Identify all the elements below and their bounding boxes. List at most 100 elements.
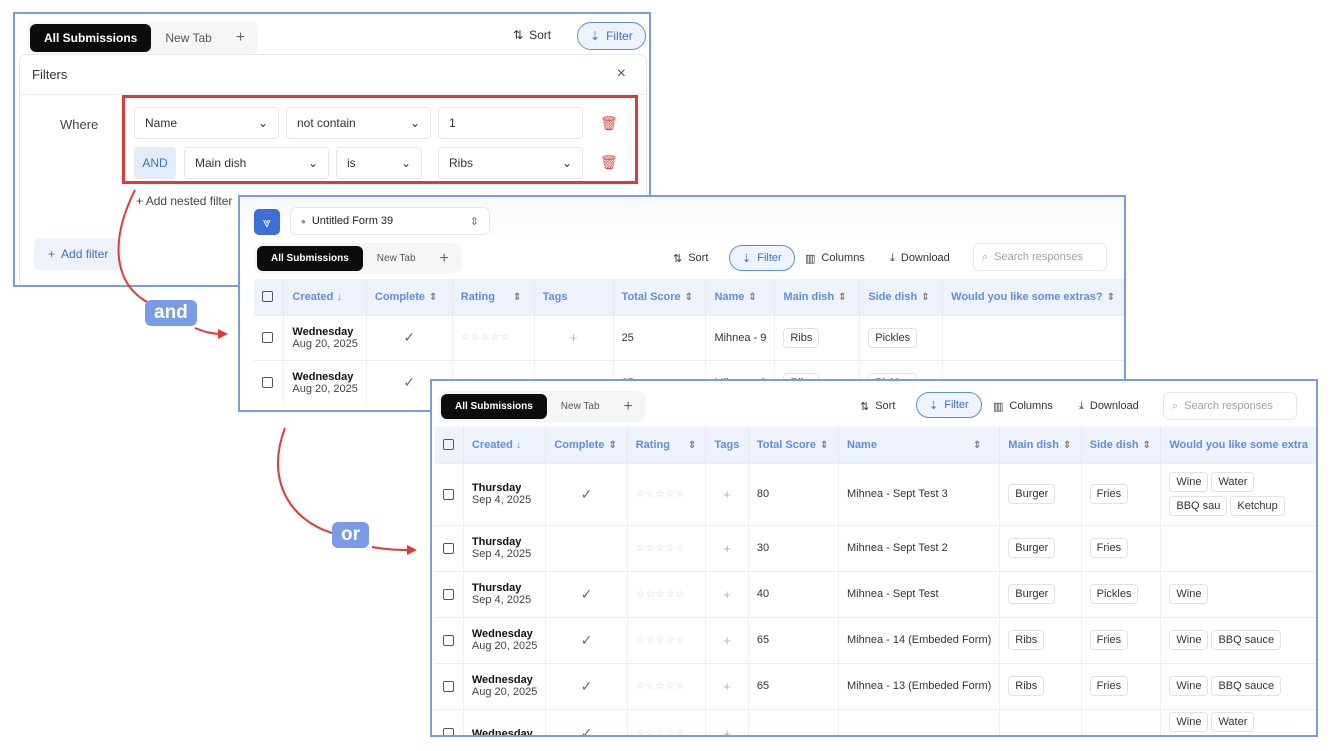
form-selector[interactable]: ● Untitled Form 39 ⇕	[290, 207, 490, 235]
col-total-score[interactable]: Total Score ⇕	[748, 427, 840, 463]
extra-chip: Wine	[1169, 711, 1209, 732]
rating-stars[interactable]: ☆☆☆☆☆	[627, 616, 707, 663]
tab-new[interactable]: New Tab	[547, 394, 614, 419]
row-checkbox[interactable]	[443, 542, 454, 554]
rating-stars[interactable]: ☆☆☆☆☆	[452, 314, 535, 360]
add-tag-button[interactable]: +	[705, 616, 749, 663]
filter-icon: ⇣	[742, 252, 752, 265]
download-icon: ⤓	[890, 251, 895, 264]
table-row[interactable]: Wednesday Aug 20, 2025 ✓ ☆☆☆☆☆ +65 Mihnea - 1…	[435, 616, 1316, 663]
add-filter-button[interactable]: + Add filter	[34, 238, 123, 270]
tab-bar: All Submissions New Tab +	[438, 391, 646, 422]
check-icon: ✓	[545, 570, 628, 617]
row-checkbox[interactable]	[443, 634, 454, 646]
search-icon: ⌕	[1172, 399, 1179, 412]
add-tag-button[interactable]: +	[705, 662, 749, 709]
sort-button[interactable]: ⇅ Sort	[513, 22, 551, 48]
col-created[interactable]: Created ↓	[463, 427, 547, 463]
col-complete[interactable]: Complete ⇕	[545, 427, 628, 463]
tab-all-submissions[interactable]: All Submissions	[441, 394, 547, 419]
row-checkbox[interactable]	[443, 680, 454, 692]
col-tags[interactable]: Tags	[534, 279, 614, 315]
col-main-dish[interactable]: Main dish ⇕	[999, 427, 1082, 463]
check-icon: ✓	[366, 314, 453, 360]
columns-icon: ▥	[993, 400, 1004, 413]
col-total-score[interactable]: Total Score ⇕	[613, 279, 707, 315]
search-input[interactable]: ⌕ Search responses	[1163, 392, 1297, 420]
col-side-dish[interactable]: Side dish ⇕	[859, 279, 944, 315]
col-extras[interactable]: Would you like some extra	[1160, 427, 1316, 463]
add-nested-filter-button[interactable]: + Add nested filter	[136, 194, 232, 208]
tab-all-submissions[interactable]: All Submissions	[30, 24, 152, 52]
columns-icon: ▥	[805, 252, 816, 265]
tab-new[interactable]: New Tab	[363, 246, 430, 271]
sort-icon: ⇅	[860, 400, 870, 413]
add-tag-button[interactable]: +	[705, 462, 749, 525]
chevron-updown-icon: ⇕	[469, 215, 479, 228]
row-checkbox[interactable]	[262, 332, 273, 344]
table-row[interactable]: Thursday Sep 4, 2025 ✓ ☆☆☆☆☆ +80 Mihnea - Sep…	[435, 462, 1316, 525]
status-dot: ●	[301, 216, 306, 226]
table-header-row: Created ↓ Complete ⇕ Rating ⇕ Tags Total S…	[254, 279, 1124, 315]
tab-bar: All Submissions New Tab +	[254, 243, 462, 274]
table-row[interactable]: Thursday Sep 4, 2025 ☆☆☆☆☆ +30 Mihnea - Sept…	[435, 524, 1316, 571]
filter-icon: ⇣	[590, 29, 601, 43]
add-tag-button[interactable]: +	[705, 708, 749, 735]
columns-button[interactable]: ▥ Columns	[993, 393, 1053, 419]
table-row[interactable]: WednesdayAug 20, 2025 ✓ ☆☆☆☆☆ + 25 Mihne…	[254, 314, 1124, 360]
col-name[interactable]: Name ⇕	[705, 279, 776, 315]
col-extras[interactable]: Would you like some extras? ⇕	[942, 279, 1124, 315]
extra-chip: Water	[1211, 472, 1255, 492]
col-rating[interactable]: Rating ⇕	[627, 427, 707, 463]
search-input[interactable]: ⌕ Search responses	[973, 243, 1107, 271]
rating-stars[interactable]: ☆☆☆☆☆	[627, 708, 707, 735]
rating-stars[interactable]: ☆☆☆☆☆	[627, 570, 707, 617]
col-side-dish[interactable]: Side dish ⇕	[1081, 427, 1162, 463]
col-created[interactable]: Created ↓	[283, 279, 367, 315]
col-rating[interactable]: Rating ⇕	[452, 279, 535, 315]
row-checkbox[interactable]	[443, 728, 454, 735]
sort-icon: ⇅	[673, 252, 683, 265]
extra-chip: BBQ sau	[1169, 496, 1228, 516]
rating-stars[interactable]: ☆☆☆☆☆	[627, 462, 707, 525]
filter-icon: ⇣	[929, 399, 939, 412]
rating-stars[interactable]: ☆☆☆☆☆	[627, 662, 707, 709]
filter-button[interactable]: ⇣ Filter	[729, 245, 795, 271]
columns-button[interactable]: ▥ Columns	[805, 245, 865, 271]
sort-button[interactable]: ⇅ Sort	[673, 245, 708, 271]
extra-chip: Water	[1211, 711, 1255, 732]
add-tag-button[interactable]: +	[705, 570, 749, 617]
select-all-checkbox[interactable]	[262, 291, 273, 303]
row-checkbox[interactable]	[443, 488, 454, 500]
add-tab-button[interactable]: +	[430, 247, 459, 271]
add-tag-button[interactable]: +	[534, 314, 614, 360]
close-icon[interactable]: ×	[617, 65, 626, 83]
extra-chip: Wine	[1169, 584, 1209, 604]
col-tags[interactable]: Tags	[705, 427, 749, 463]
select-all-checkbox[interactable]	[443, 439, 454, 451]
tab-new[interactable]: New Tab	[151, 24, 225, 52]
col-name[interactable]: Name ⇕	[838, 427, 1001, 463]
table-row[interactable]: Wednesday✓☆☆☆☆☆+WineWaterBBQ sau	[435, 708, 1316, 735]
table-header-row: Created ↓ Complete ⇕ Rating ⇕ Tags Total S…	[435, 427, 1316, 463]
table-row[interactable]: Thursday Sep 4, 2025 ✓ ☆☆☆☆☆ +40 Mihnea - Sep…	[435, 570, 1316, 617]
col-complete[interactable]: Complete ⇕	[366, 279, 453, 315]
table-row[interactable]: Wednesday Aug 20, 2025 ✓ ☆☆☆☆☆ +65 Mihnea - 1…	[435, 662, 1316, 709]
download-button[interactable]: ⤓ Download	[890, 245, 950, 271]
filter-button[interactable]: ⇣ Filter	[916, 392, 982, 418]
col-main-dish[interactable]: Main dish ⇕	[774, 279, 861, 315]
extra-chip: Wine	[1169, 472, 1209, 492]
download-button[interactable]: ⤓ Download	[1079, 393, 1139, 419]
filters-header: Filters ×	[20, 55, 646, 95]
check-icon: ✓	[545, 662, 628, 709]
row-checkbox[interactable]	[262, 377, 273, 389]
extra-chip: BBQ sauce	[1211, 630, 1282, 650]
add-tag-button[interactable]: +	[705, 524, 749, 571]
filter-button[interactable]: ⇣ Filter	[577, 22, 646, 50]
tab-all-submissions[interactable]: All Submissions	[257, 246, 363, 271]
sort-button[interactable]: ⇅ Sort	[860, 393, 895, 419]
add-tab-button[interactable]: +	[226, 26, 255, 50]
add-tab-button[interactable]: +	[614, 395, 643, 419]
rating-stars[interactable]: ☆☆☆☆☆	[627, 524, 707, 571]
row-checkbox[interactable]	[443, 588, 454, 600]
